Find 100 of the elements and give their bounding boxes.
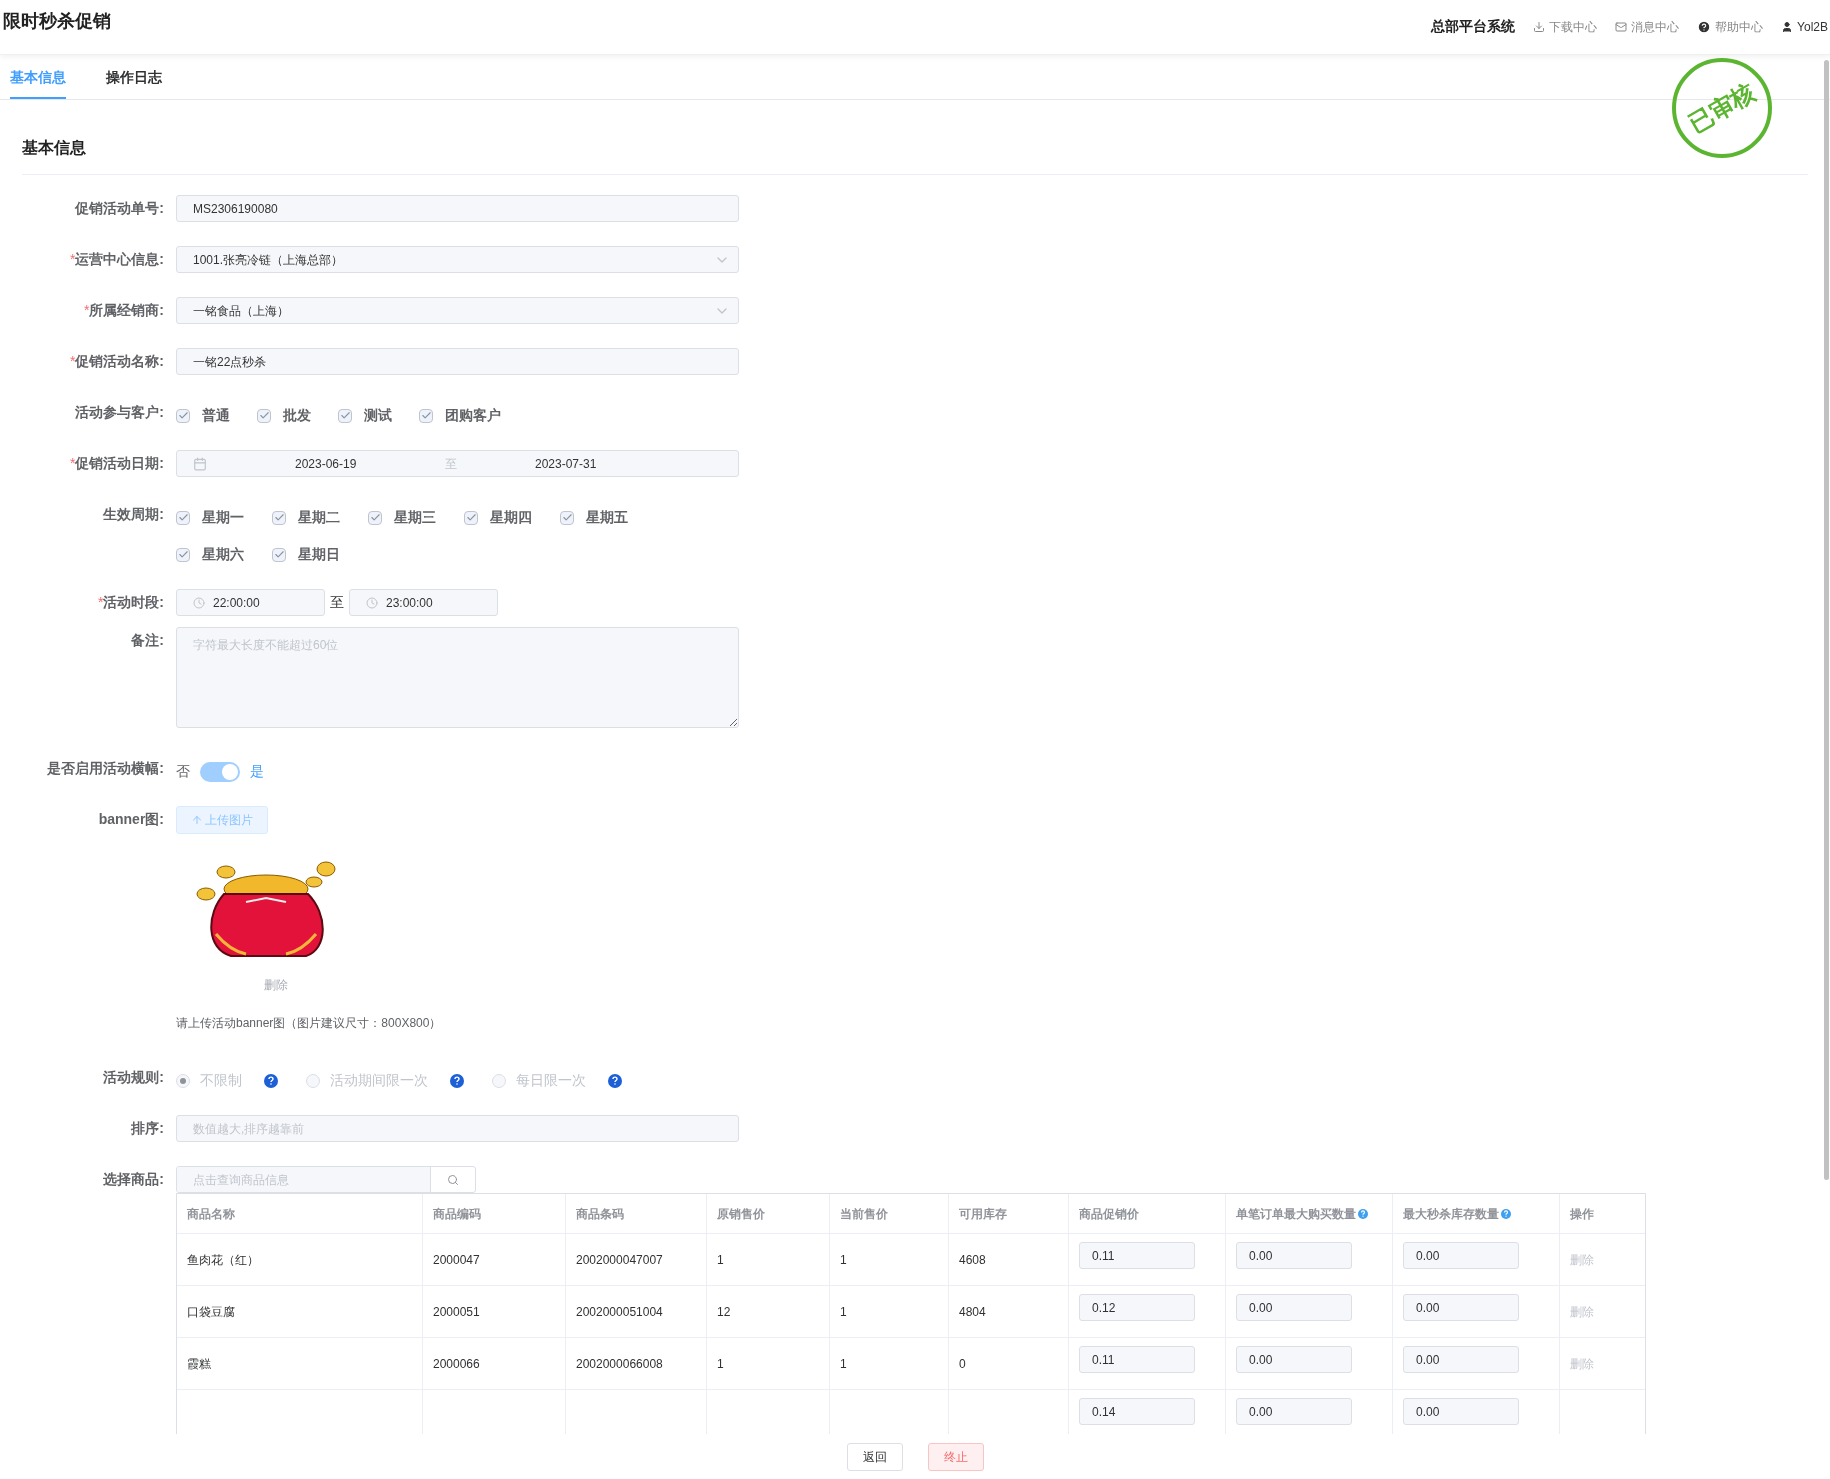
checkbox[interactable]	[176, 547, 190, 562]
table-cell-text: 2002000066008	[576, 1355, 663, 1373]
check-icon	[561, 512, 573, 523]
check-icon	[273, 549, 285, 560]
table-cell-text: 鱼肉花（红）	[187, 1251, 259, 1269]
table-cell-text: 0	[959, 1355, 966, 1373]
field-label: 选择商品:	[103, 1170, 164, 1189]
field-label: 排序:	[131, 1119, 164, 1138]
clock-icon	[193, 596, 205, 609]
check-icon	[273, 512, 285, 523]
check-icon	[465, 512, 477, 523]
column-header: 最大秒杀库存数量	[1403, 1205, 1499, 1223]
field-label: 促销活动单号:	[75, 199, 164, 218]
checkbox[interactable]	[272, 510, 286, 525]
column-header: 可用库存	[959, 1205, 1007, 1223]
field-label: *运营中心信息:	[69, 250, 164, 269]
checkbox-label: 批发	[283, 406, 311, 425]
column-header: 商品促销价	[1079, 1205, 1139, 1223]
price-input[interactable]: 0.00	[1236, 1346, 1352, 1373]
time-field[interactable]: 23:00:00	[349, 589, 498, 616]
checkbox-label: 星期三	[394, 508, 436, 527]
search-icon	[447, 1173, 459, 1186]
header-link[interactable]: 下载中心	[1533, 17, 1598, 36]
table-cell-text: 4608	[959, 1251, 986, 1269]
table-cell-text: 1	[717, 1251, 724, 1269]
section-title: 基本信息	[22, 139, 86, 156]
price-input[interactable]: 0.00	[1403, 1242, 1519, 1269]
time-field[interactable]: 22:00:00	[176, 589, 325, 616]
check-icon	[177, 549, 189, 560]
price-input[interactable]: 0.11	[1079, 1346, 1195, 1373]
check-icon	[369, 512, 381, 523]
column-header: 当前售价	[840, 1205, 888, 1223]
field-label: *活动时段:	[97, 593, 164, 612]
checkbox[interactable]	[176, 510, 190, 525]
checkbox[interactable]	[176, 408, 190, 423]
toggle-switch[interactable]	[200, 761, 240, 782]
tab[interactable]: 操作日志	[106, 57, 162, 99]
radio-button[interactable]	[492, 1073, 506, 1088]
select-field[interactable]: 1001.张亮冷链（上海总部）	[176, 246, 739, 273]
column-header: 商品名称	[187, 1205, 235, 1223]
checkbox-label: 普通	[202, 406, 230, 425]
radio-button[interactable]	[306, 1073, 320, 1088]
checkbox-label: 星期日	[298, 545, 340, 564]
table-cell-text: 霞糕	[187, 1355, 211, 1373]
radio-label: 不限制	[200, 1071, 242, 1090]
table-cell-text: 12	[717, 1303, 731, 1321]
table-cell-text: 2002000051004	[576, 1303, 663, 1321]
back-button[interactable]: 返回	[846, 1442, 903, 1471]
upload-arrow-icon	[191, 814, 203, 826]
table-cell-text: 1	[840, 1303, 847, 1321]
column-header: 商品条码	[576, 1205, 624, 1223]
download-icon	[1533, 20, 1546, 33]
table-cell-text: 1	[717, 1355, 724, 1373]
help-icon	[450, 1073, 464, 1088]
price-input[interactable]: 0.00	[1236, 1242, 1352, 1269]
table-cell-text: 1	[840, 1355, 847, 1373]
price-input[interactable]: 0.12	[1079, 1294, 1195, 1321]
check-icon	[177, 512, 189, 523]
header-link[interactable]: 帮助中心	[1697, 17, 1764, 36]
checkbox[interactable]	[257, 408, 271, 423]
price-input[interactable]: 0.00	[1403, 1398, 1519, 1425]
select-field[interactable]: 一铭食品（上海）	[176, 297, 739, 324]
table-cell-text: 4804	[959, 1303, 986, 1321]
price-input[interactable]: 0.00	[1403, 1346, 1519, 1373]
checkbox[interactable]	[464, 510, 478, 525]
price-input[interactable]: 0.14	[1079, 1398, 1195, 1425]
column-header: 单笔订单最大购买数量	[1236, 1205, 1356, 1223]
table-cell-text: 2000051	[433, 1303, 480, 1321]
text-field[interactable]: MS2306190080	[176, 195, 739, 222]
checkbox-label: 星期一	[202, 508, 244, 527]
price-input[interactable]: 0.00	[1403, 1294, 1519, 1321]
header-link[interactable]: Yol2B	[1781, 17, 1828, 36]
radio-label: 每日限一次	[516, 1071, 586, 1090]
check-icon	[339, 410, 351, 421]
column-header: 商品编码	[433, 1205, 481, 1223]
field-label: 生效周期:	[103, 505, 164, 524]
table-cell-text: 2000047	[433, 1251, 480, 1269]
checkbox[interactable]	[272, 547, 286, 562]
checkbox-label: 星期二	[298, 508, 340, 527]
checkbox[interactable]	[560, 510, 574, 525]
field-label: 备注:	[131, 631, 164, 650]
price-input[interactable]: 0.00	[1236, 1294, 1352, 1321]
price-input[interactable]: 0.00	[1236, 1398, 1352, 1425]
checkbox[interactable]	[368, 510, 382, 525]
help-icon	[608, 1073, 622, 1088]
check-icon	[177, 410, 189, 421]
field-label: 活动参与客户:	[75, 403, 164, 422]
help-icon	[264, 1073, 278, 1088]
check-icon	[258, 410, 270, 421]
switch-on-label: 是	[250, 762, 264, 781]
header-link[interactable]: 消息中心	[1615, 17, 1680, 36]
price-input[interactable]: 0.11	[1079, 1242, 1195, 1269]
checkbox[interactable]	[419, 408, 433, 423]
switch-off-label: 否	[176, 762, 190, 781]
column-header: 原销售价	[717, 1205, 765, 1223]
text-field[interactable]: 一铭22点秒杀	[176, 348, 739, 375]
field-label: *促销活动名称:	[69, 352, 164, 371]
checkbox-label: 测试	[364, 406, 392, 425]
radio-button[interactable]	[176, 1073, 190, 1088]
checkbox[interactable]	[338, 408, 352, 423]
